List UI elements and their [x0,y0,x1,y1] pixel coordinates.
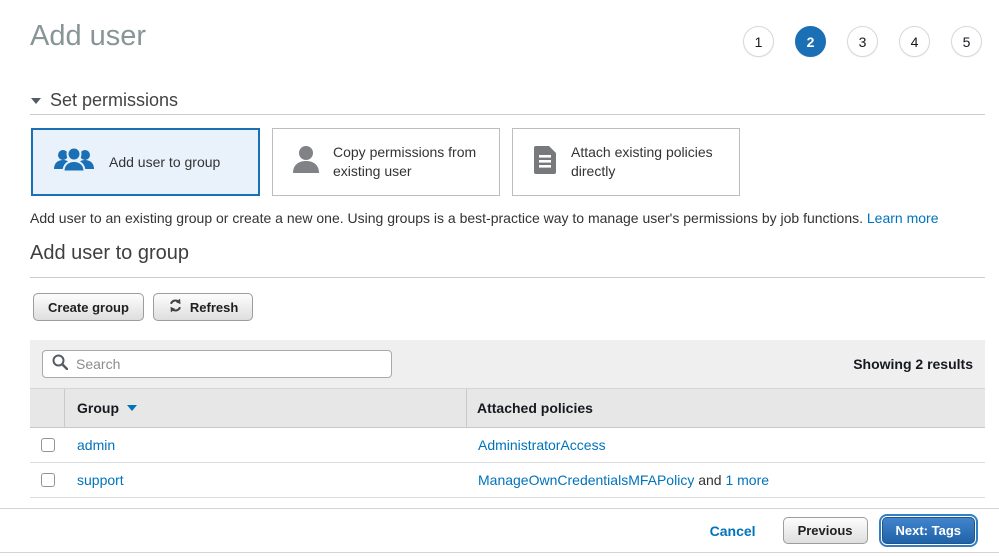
learn-more-link[interactable]: Learn more [867,210,939,226]
create-group-button[interactable]: Create group [33,293,144,321]
step-3: 3 [847,26,878,57]
set-permissions-section-toggle[interactable]: Set permissions [31,90,178,111]
description-text: Add user to an existing group or create … [30,210,863,226]
heading-divider [30,277,985,278]
search-input[interactable] [76,356,382,372]
section-divider [30,114,985,115]
header-checkbox-cell [30,389,65,427]
group-cell: support [65,472,468,488]
refresh-button[interactable]: Refresh [153,293,253,321]
more-policies-link[interactable]: 1 more [725,472,769,488]
row-checkbox[interactable] [41,438,55,452]
refresh-label: Refresh [190,300,238,315]
add-user-wizard-page: Add user 1 2 3 4 5 Set permissions Add [0,0,999,557]
previous-label: Previous [798,523,853,538]
next-tags-button[interactable]: Next: Tags [882,517,976,544]
collapse-arrow-icon [31,98,41,104]
option-label: Add user to group [109,153,220,172]
refresh-icon [168,298,183,316]
step-1: 1 [743,26,774,57]
row-checkbox[interactable] [41,473,55,487]
search-box[interactable] [42,350,392,378]
sort-descending-icon [127,405,137,411]
table-header-row: Group Attached policies [30,388,985,428]
table-row: admin AdministratorAccess [30,428,985,463]
add-user-to-group-heading: Add user to group [30,242,189,265]
next-tags-label: Next: Tags [896,523,962,538]
results-summary: Showing 2 results [853,356,973,372]
policy-link[interactable]: ManageOwnCredentialsMFAPolicy [478,472,694,488]
permissions-description: Add user to an existing group or create … [30,210,938,226]
option-label: Copy permissions from existing user [333,143,489,181]
option-copy-permissions[interactable]: Copy permissions from existing user [272,128,500,196]
step-5: 5 [951,26,982,57]
policy-link[interactable]: AdministratorAccess [478,437,606,453]
step-2-active: 2 [795,26,826,57]
table-row: support ManageOwnCredentialsMFAPolicy an… [30,463,985,498]
policies-cell: AdministratorAccess [468,437,985,453]
policies-column-label: Attached policies [477,400,593,416]
policies-and-text: and [694,472,725,488]
groups-table: Showing 2 results Group Attached policie… [30,340,985,498]
cancel-button[interactable]: Cancel [710,523,756,539]
section-title: Set permissions [50,90,178,111]
group-icon [52,145,96,180]
policies-cell: ManageOwnCredentialsMFAPolicy and 1 more [468,472,985,488]
create-group-label: Create group [48,300,129,315]
wizard-footer: Cancel Previous Next: Tags [0,508,999,553]
row-checkbox-cell [30,438,65,452]
policy-icon [532,145,558,180]
group-link[interactable]: support [77,472,124,488]
option-label: Attach existing policies directly [571,143,729,181]
step-4: 4 [899,26,930,57]
page-title: Add user [30,20,146,53]
group-cell: admin [65,437,468,453]
user-icon [292,145,320,180]
table-toolbar: Showing 2 results [30,340,985,388]
group-toolbar: Create group Refresh [33,293,253,321]
column-header-attached-policies: Attached policies [467,389,985,427]
row-checkbox-cell [30,473,65,487]
previous-button[interactable]: Previous [783,517,868,544]
search-icon [52,354,68,375]
option-add-user-to-group[interactable]: Add user to group [31,128,260,196]
wizard-step-indicator: 1 2 3 4 5 [743,26,982,57]
group-link[interactable]: admin [77,437,115,453]
column-header-group[interactable]: Group [65,389,467,427]
option-attach-policies[interactable]: Attach existing policies directly [512,128,740,196]
group-column-label: Group [77,400,119,416]
